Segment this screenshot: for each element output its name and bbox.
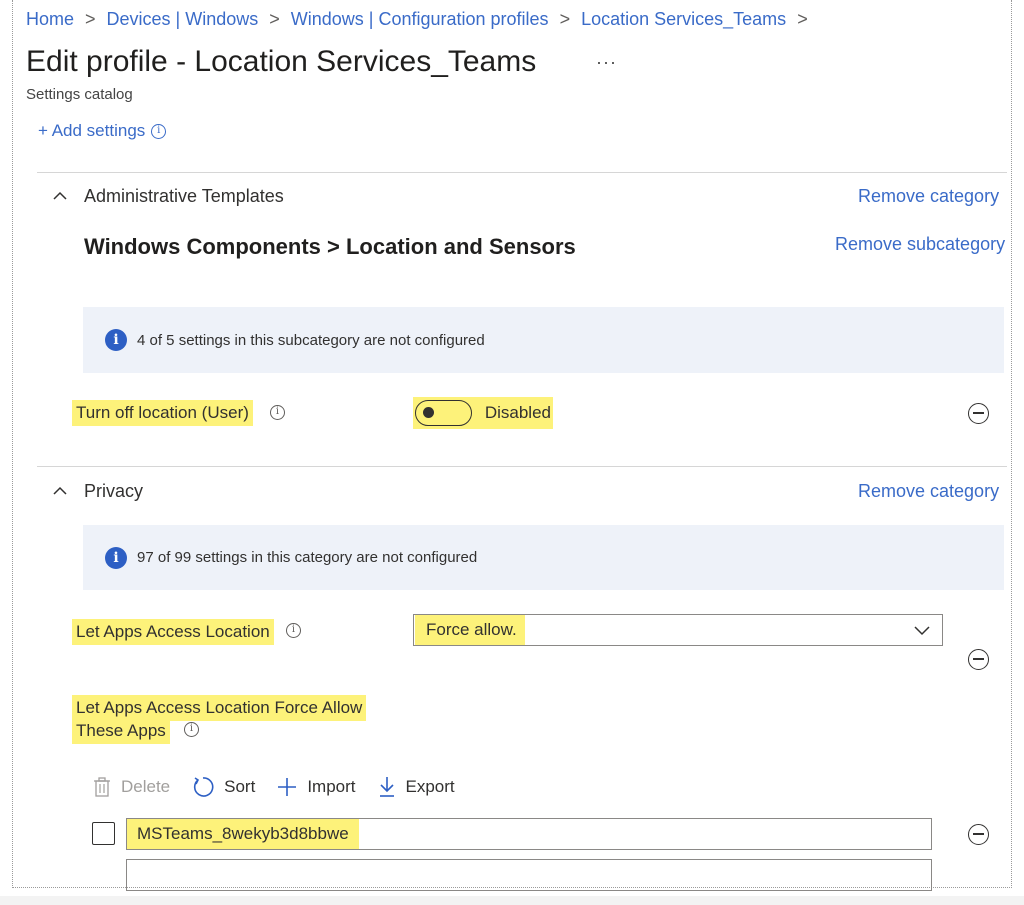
info-text: 97 of 99 settings in this category are n…: [137, 549, 478, 566]
import-button[interactable]: Import: [277, 777, 356, 797]
setting-label-let-apps-access-location: Let Apps Access Location: [72, 619, 274, 645]
breadcrumb-configuration-profiles[interactable]: Windows | Configuration profiles: [291, 9, 549, 30]
divider: [37, 466, 1007, 467]
info-banner: i 4 of 5 settings in this subcategory ar…: [83, 307, 1004, 373]
turn-off-location-toggle[interactable]: Disabled: [413, 397, 553, 429]
chevron-up-icon[interactable]: [53, 484, 67, 498]
info-icon[interactable]: i: [286, 623, 301, 638]
sort-button[interactable]: Sort: [192, 776, 255, 798]
sort-label: Sort: [224, 777, 256, 796]
toggle-state-label: Disabled: [484, 403, 551, 422]
import-label: Import: [307, 777, 356, 796]
delete-button[interactable]: Delete: [93, 777, 170, 797]
info-icon: i: [105, 546, 127, 569]
breadcrumb-profile[interactable]: Location Services_Teams: [581, 9, 786, 30]
category-privacy: Privacy: [84, 481, 144, 501]
remove-setting-icon[interactable]: [968, 403, 989, 424]
list-toolbar: Delete Sort Import Export: [93, 776, 477, 798]
page-title: Edit profile - Location Services_Teams: [26, 45, 537, 78]
export-button[interactable]: Export: [378, 776, 455, 798]
trash-icon: [94, 777, 110, 797]
remove-subcategory-button[interactable]: Remove subcategory: [835, 234, 1005, 255]
chevron-down-icon: [914, 626, 930, 636]
app-name-input[interactable]: MSTeams_8wekyb3d8bbwe: [126, 818, 932, 850]
app-name-value: MSTeams_8wekyb3d8bbwe: [127, 819, 359, 849]
remove-category-button[interactable]: Remove category: [858, 481, 999, 502]
breadcrumb-devices-windows[interactable]: Devices | Windows: [107, 9, 259, 30]
more-options-button[interactable]: ···: [596, 52, 617, 73]
dropdown-selected-value: Force allow.: [415, 615, 525, 645]
toggle-knob: [423, 407, 434, 418]
breadcrumb-home[interactable]: Home: [26, 9, 74, 30]
info-banner: i 97 of 99 settings in this category are…: [83, 525, 1004, 590]
bottom-border: [0, 896, 1024, 905]
divider: [37, 172, 1007, 173]
info-icon: i: [105, 329, 127, 351]
category-administrative-templates: Administrative Templates: [84, 186, 284, 206]
breadcrumb: Home > Devices | Windows > Windows | Con…: [26, 9, 819, 30]
export-label: Export: [405, 777, 455, 796]
setting-label-force-allow-line2: These Apps: [72, 718, 170, 744]
breadcrumb-separator: >: [85, 9, 96, 29]
setting-label-turn-off-location: Turn off location (User): [72, 400, 253, 426]
toggle-switch[interactable]: [415, 400, 472, 426]
remove-category-button[interactable]: Remove category: [858, 186, 999, 207]
add-settings-label[interactable]: + Add settings: [38, 121, 145, 141]
info-icon[interactable]: i: [151, 123, 167, 139]
chevron-up-icon[interactable]: [53, 189, 67, 203]
info-icon[interactable]: i: [270, 405, 285, 420]
download-icon: [379, 777, 394, 797]
breadcrumb-separator: >: [797, 9, 808, 29]
remove-setting-icon[interactable]: [968, 649, 989, 670]
info-text: 4 of 5 settings in this subcategory are …: [137, 331, 485, 349]
breadcrumb-separator: >: [269, 9, 280, 29]
page-subtitle: Settings catalog: [26, 86, 133, 103]
let-apps-access-location-dropdown[interactable]: Force allow.: [413, 614, 943, 646]
refresh-icon: [194, 777, 214, 797]
add-settings-link[interactable]: + Add settings i: [38, 121, 167, 141]
plus-icon: [278, 778, 297, 796]
delete-label: Delete: [121, 777, 171, 796]
row-checkbox[interactable]: [92, 822, 115, 845]
app-name-input-empty[interactable]: [126, 859, 932, 891]
subcategory-title: Windows Components > Location and Sensor…: [84, 234, 576, 259]
info-icon[interactable]: i: [184, 722, 199, 737]
breadcrumb-separator: >: [559, 9, 571, 29]
remove-setting-icon[interactable]: [968, 824, 989, 845]
